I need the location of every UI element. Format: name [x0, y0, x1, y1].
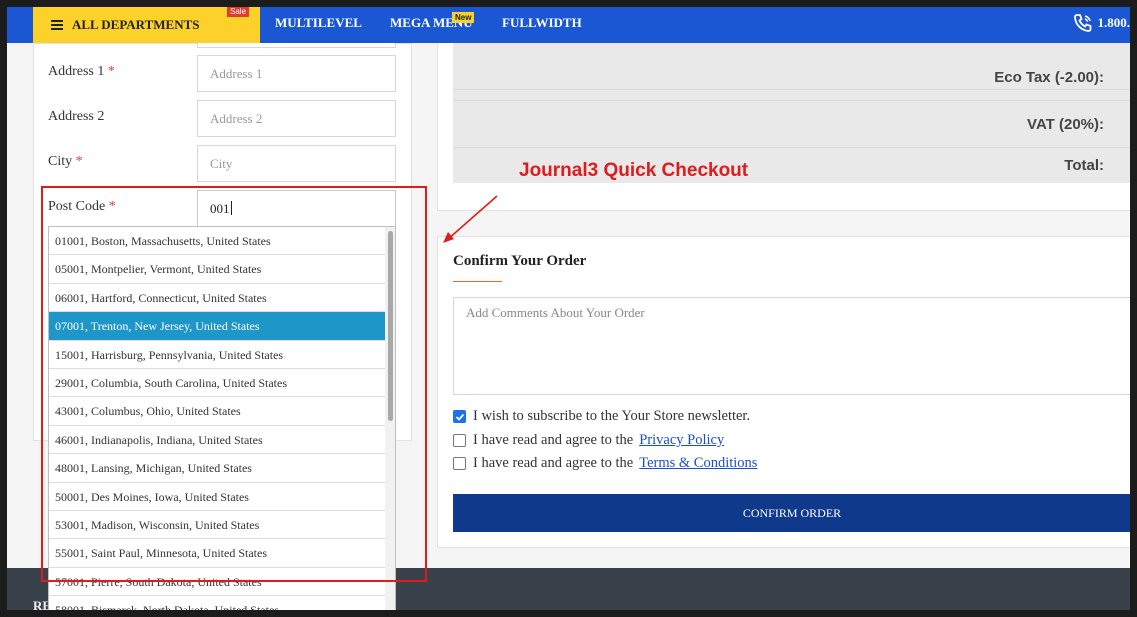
text-caret [230, 201, 232, 215]
confirm-order-panel: Confirm Your Order Add Comments About Yo… [437, 236, 1130, 548]
terms-conditions-link[interactable]: Terms & Conditions [639, 455, 757, 472]
eco-tax-row: Eco Tax (-2.00): [453, 54, 1130, 101]
phone-icon [1073, 14, 1091, 32]
city-input[interactable]: City [197, 145, 396, 182]
dropdown-scrollbar[interactable] [385, 227, 395, 610]
postcode-value: 001 [210, 201, 230, 216]
suggestion-item[interactable]: 01001, Boston, Massachusetts, United Sta… [49, 227, 386, 256]
address2-input[interactable]: Address 2 [197, 100, 396, 137]
newsletter-checkbox[interactable] [453, 410, 466, 423]
terms-label: I have read and agree to the [473, 455, 634, 471]
suggestion-item[interactable]: 15001, Harrisburg, Pennsylvania, United … [49, 341, 386, 369]
previous-field-input[interactable] [197, 43, 396, 48]
privacy-label: I have read and agree to the [473, 432, 634, 448]
privacy-checkbox[interactable] [453, 434, 466, 447]
privacy-policy-link[interactable]: Privacy Policy [639, 432, 724, 449]
phone-link[interactable]: 1.800. [1073, 13, 1131, 33]
suggestion-item[interactable]: 05001, Montpelier, Vermont, United State… [49, 255, 386, 284]
top-navigation: ALL DEPARTMENTS Sale MULTILEVEL MEGA MEN… [7, 7, 1130, 43]
vat-row: VAT (20%): [453, 101, 1130, 148]
suggestion-item[interactable]: 46001, Indianapolis, Indiana, United Sta… [49, 426, 386, 455]
sale-badge: Sale [227, 7, 250, 17]
suggestion-item[interactable]: 29001, Columbia, South Carolina, United … [49, 369, 386, 398]
suggestion-item[interactable]: 43001, Columbus, Ohio, United States [49, 397, 386, 426]
nav-item-multilevel[interactable]: MULTILEVEL [275, 15, 362, 31]
order-comments-textarea[interactable]: Add Comments About Your Order [453, 297, 1130, 395]
privacy-row: I have read and agree to the Privacy Pol… [453, 432, 724, 449]
checkmark-icon [455, 413, 464, 421]
nav-item-fullwidth[interactable]: FULLWIDTH [502, 15, 582, 31]
all-departments-label: ALL DEPARTMENTS [72, 17, 200, 32]
phone-number: 1.800. [1097, 15, 1131, 30]
terms-checkbox[interactable] [453, 457, 466, 470]
all-departments-button[interactable]: ALL DEPARTMENTS Sale [33, 7, 260, 43]
suggestion-item[interactable]: 07001, Trenton, New Jersey, United State… [49, 312, 386, 341]
terms-row: I have read and agree to the Terms & Con… [453, 455, 757, 472]
postcode-label: Post Code * [48, 199, 116, 214]
suggestion-item[interactable]: 48001, Lansing, Michigan, United States [49, 454, 386, 483]
suggestion-item[interactable]: 53001, Madison, Wisconsin, United States [49, 511, 386, 540]
menu-icon [51, 20, 63, 30]
title-underline [453, 281, 502, 282]
address1-input[interactable]: Address 1 [197, 55, 396, 92]
suggestion-item[interactable]: 58001, Bismarck, North Dakota, United St… [49, 596, 386, 610]
suggestion-item[interactable]: 50001, Des Moines, Iowa, United States [49, 483, 386, 511]
newsletter-row: I wish to subscribe to the Your Store ne… [453, 408, 750, 425]
suggestion-item[interactable]: 06001, Hartford, Connecticut, United Sta… [49, 284, 386, 313]
suggestion-item[interactable]: 55001, Saint Paul, Minnesota, United Sta… [49, 539, 386, 568]
confirm-order-title: Confirm Your Order [453, 253, 587, 269]
city-label: City * [48, 154, 83, 169]
postcode-suggestions-dropdown: 01001, Boston, Massachusetts, United Sta… [48, 226, 396, 610]
nav-item-mega-menu[interactable]: MEGA MENU New [390, 12, 475, 31]
annotation-label: Journal3 Quick Checkout [519, 160, 749, 181]
scrollbar-thumb[interactable] [388, 231, 393, 421]
newsletter-label: I wish to subscribe to the Your Store ne… [473, 408, 751, 424]
postcode-input[interactable]: 001 [197, 190, 396, 227]
new-badge: New [452, 12, 475, 23]
suggestions-list: 01001, Boston, Massachusetts, United Sta… [49, 227, 395, 610]
address2-label: Address 2 [48, 109, 105, 124]
browser-viewport: ALL DEPARTMENTS Sale MULTILEVEL MEGA MEN… [7, 7, 1130, 610]
suggestion-item[interactable]: 57001, Pierre, South Dakota, United Stat… [49, 568, 386, 597]
confirm-order-button[interactable]: CONFIRM ORDER [453, 494, 1130, 532]
address1-label: Address 1 * [48, 64, 115, 79]
